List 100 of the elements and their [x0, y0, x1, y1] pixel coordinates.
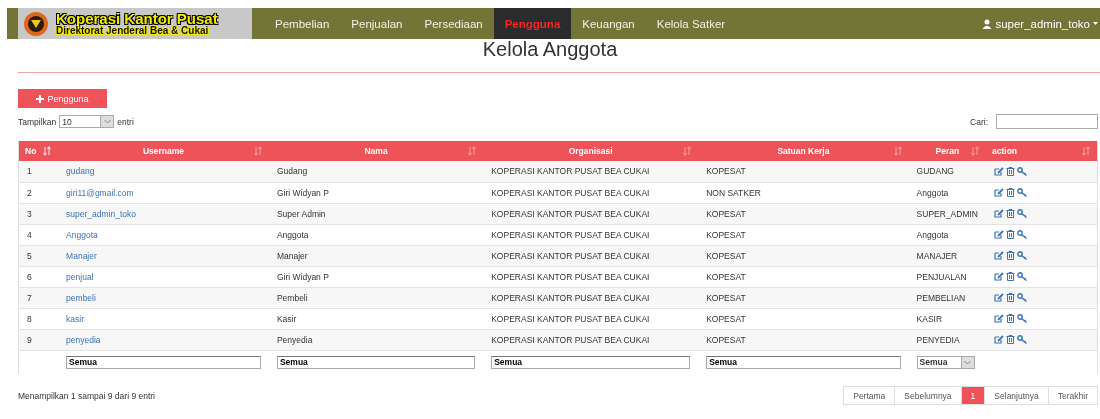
filter-select[interactable]: Semua [916, 355, 975, 369]
table-cell: KOPESAT [706, 334, 746, 345]
delete-icon[interactable] [1006, 272, 1015, 281]
page-link[interactable]: Selanjutnya [984, 386, 1049, 405]
table-cell: Kasir [276, 313, 297, 324]
nav-item[interactable]: Persediaan [413, 8, 494, 39]
username-link[interactable]: kasir [66, 313, 85, 324]
username-link[interactable]: giri11@gmail.com [66, 187, 134, 198]
table-cell: KOPERASI KANTOR PUSAT BEA CUKAI [491, 334, 650, 345]
username-link[interactable]: Manajer [66, 250, 97, 261]
nav-item[interactable]: Pengguna [493, 8, 572, 39]
page-link[interactable]: Terakhir [1047, 386, 1098, 405]
edit-icon[interactable] [994, 293, 1004, 302]
column-header[interactable]: Nama [268, 141, 484, 161]
delete-icon[interactable] [1006, 293, 1015, 302]
table-cell: KOPERASI KANTOR PUSAT BEA CUKAI [491, 250, 650, 261]
table-cell: KOPERASI KANTOR PUSAT BEA CUKAI [491, 292, 650, 303]
user-icon [982, 18, 993, 29]
table-cell: KASIR [916, 313, 943, 324]
length-label: entri [117, 116, 134, 127]
filter-field[interactable]: Semua [706, 355, 901, 369]
username-link[interactable]: Anggota [66, 229, 98, 240]
username-link[interactable]: pembeli [66, 292, 96, 303]
username-link[interactable]: penjual [66, 271, 94, 282]
column-header[interactable]: action [986, 141, 1098, 161]
table-cell: KOPERASI KANTOR PUSAT BEA CUKAI [491, 208, 650, 219]
delete-icon[interactable] [1006, 166, 1015, 176]
table-cell: Giri Widyan P [276, 271, 329, 282]
length-label: Tampilkan [18, 116, 57, 127]
nav-item[interactable]: Penjualan [340, 8, 414, 39]
key-icon[interactable] [1017, 335, 1028, 344]
user-menu[interactable]: super_admin_toko [982, 8, 1100, 39]
key-icon[interactable] [1017, 293, 1028, 302]
search-label: Cari: [970, 116, 988, 127]
table-cell: GUDANG [916, 166, 954, 177]
table-cell: 4 [27, 229, 32, 240]
table-cell: KOPESAT [706, 229, 746, 240]
delete-icon[interactable] [1006, 335, 1015, 344]
brand-logo-banner[interactable]: Koperasi Kantor Pusat Direktorat Jenderal Bea & Cukai [18, 8, 252, 39]
nav-item[interactable]: Keuangan [571, 8, 646, 39]
delete-icon[interactable] [1006, 209, 1015, 218]
key-icon[interactable] [1017, 272, 1028, 281]
delete-icon[interactable] [1006, 230, 1015, 239]
table-cell: Anggota [916, 229, 949, 240]
nav-item[interactable]: Pembelian [264, 8, 341, 39]
table-cell: MANAJER [916, 250, 958, 261]
filter-field[interactable]: Semua [66, 355, 261, 369]
length-select[interactable]: 10 [59, 115, 115, 128]
caret-icon [103, 119, 111, 124]
emblem-icon [22, 10, 50, 37]
nav-item[interactable]: Kelola Satker [645, 8, 737, 39]
table-cell: 9 [27, 334, 32, 345]
table-cell: 7 [27, 292, 32, 303]
table-cell: KOPERASI KANTOR PUSAT BEA CUKAI [491, 271, 650, 282]
caret-icon [964, 359, 972, 365]
table-cell: KOPESAT [706, 250, 746, 261]
delete-icon[interactable] [1006, 188, 1015, 197]
edit-icon[interactable] [994, 230, 1004, 239]
key-icon[interactable] [1017, 251, 1028, 260]
table-cell: PENYEDIA [916, 334, 960, 345]
edit-icon[interactable] [994, 166, 1004, 176]
key-icon[interactable] [1017, 230, 1028, 239]
caret-icon [1093, 21, 1098, 26]
page-link[interactable]: Pertama [843, 386, 896, 405]
table-cell: KOPESAT [706, 292, 746, 303]
table-cell: Pembeli [276, 292, 308, 303]
edit-icon[interactable] [994, 272, 1004, 281]
key-icon[interactable] [1017, 166, 1028, 176]
table-cell: 8 [27, 313, 32, 324]
filter-field[interactable]: Semua [491, 355, 691, 369]
table-cell: 1 [27, 166, 32, 177]
edit-icon[interactable] [994, 209, 1004, 218]
delete-icon[interactable] [1006, 314, 1015, 323]
table-cell: Manajer [276, 250, 308, 261]
edit-icon[interactable] [994, 251, 1004, 260]
page-link[interactable]: Sebelumnya [894, 386, 962, 405]
search-field[interactable] [996, 114, 1098, 129]
table-cell: KOPESAT [706, 208, 746, 219]
column-header[interactable]: Peran [908, 141, 986, 161]
table-cell: KOPESAT [706, 313, 746, 324]
column-header[interactable]: Organisasi [483, 141, 699, 161]
username-link[interactable]: penyedia [66, 334, 101, 345]
column-header[interactable]: Username [58, 141, 269, 161]
edit-icon[interactable] [994, 188, 1004, 197]
table-cell: Penyedia [276, 334, 313, 345]
add-user-button[interactable]: Pengguna [18, 89, 107, 108]
key-icon[interactable] [1017, 209, 1028, 218]
username-link[interactable]: gudang [66, 166, 95, 177]
table-cell: 2 [27, 187, 32, 198]
brand-subtitle: Direktorat Jenderal Bea & Cukai [56, 26, 210, 36]
edit-icon[interactable] [994, 314, 1004, 323]
page-title: Kelola Anggota [481, 39, 619, 59]
column-header[interactable]: No [18, 141, 59, 161]
username-link[interactable]: super_admin_toko [66, 208, 137, 219]
key-icon[interactable] [1017, 314, 1028, 323]
filter-field[interactable]: Semua [276, 355, 476, 369]
column-header[interactable]: Satuan Kerja [698, 141, 909, 161]
edit-icon[interactable] [994, 335, 1004, 344]
delete-icon[interactable] [1006, 251, 1015, 260]
key-icon[interactable] [1017, 188, 1028, 197]
